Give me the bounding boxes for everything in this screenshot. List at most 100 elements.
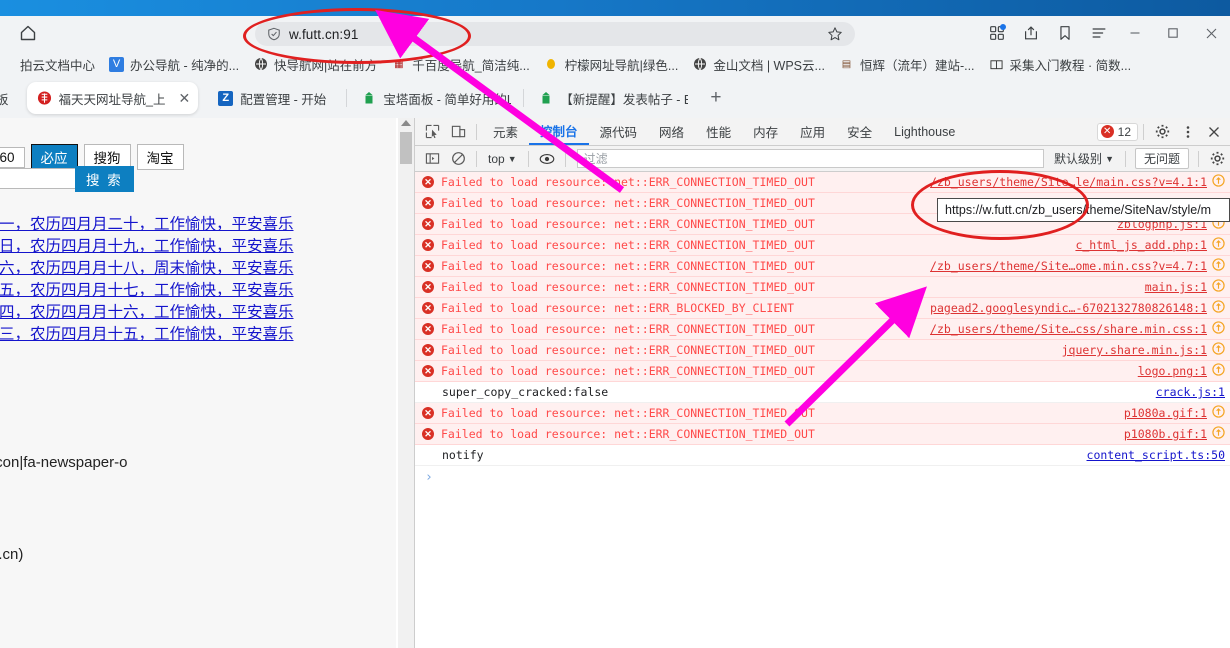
extensions-grid-icon[interactable] (980, 18, 1014, 48)
console-error-row[interactable]: ✕ Failed to load resource: net::ERR_CONNE… (415, 319, 1230, 340)
search-engine-taobao[interactable]: 淘宝 (136, 144, 184, 170)
scrollbar-thumb[interactable] (400, 132, 412, 164)
device-toolbar-icon[interactable] (445, 119, 471, 145)
address-bar[interactable]: w.futt.cn:91 (255, 22, 855, 46)
tab-new-post[interactable]: 【新提醒】发表帖子 - B (528, 82, 696, 114)
menu-lines-icon[interactable] (1082, 18, 1116, 48)
console-prompt[interactable]: › (415, 466, 1230, 488)
console-filter-input[interactable]: 过滤 (576, 149, 1045, 168)
list-item[interactable]: 星期日，农历四月月十九，工作愉快，平安喜乐 (0, 236, 294, 258)
warning-circle-icon[interactable] (1212, 279, 1225, 295)
console-source-link[interactable]: p1080b.gif:1 (1124, 427, 1207, 441)
console-source-link[interactable]: jquery.share.min.js:1 (1062, 343, 1207, 357)
error-count-badge[interactable]: ✕ 12 (1096, 122, 1138, 141)
console-source-link[interactable]: logo.png:1 (1138, 364, 1207, 378)
tab-bt-panel[interactable]: 宝塔面板 - 简单好用的L (351, 82, 519, 114)
list-item[interactable]: 星期一，农历四月月二十，工作愉快，平安喜乐 (0, 214, 294, 236)
list-item[interactable]: 星期六，农历四月月十八，周末愉快，平安喜乐 (0, 258, 294, 280)
tab-network[interactable]: 网络 (648, 118, 695, 145)
console-error-row[interactable]: ✕ Failed to load resource: net::ERR_CONNE… (415, 424, 1230, 445)
live-expression-eye-icon[interactable] (534, 146, 560, 172)
warning-circle-icon[interactable] (1212, 426, 1225, 442)
scroll-up-arrow-icon[interactable] (401, 120, 411, 126)
tab-elements[interactable]: 元素 (482, 118, 529, 145)
kebab-menu-icon[interactable] (1175, 119, 1201, 145)
warning-circle-icon[interactable] (1212, 405, 1225, 421)
tab-performance[interactable]: 性能 (695, 118, 742, 145)
issues-button[interactable]: 无问题 (1134, 148, 1189, 169)
console-error-row[interactable]: ✕ Failed to load resource: net::ERR_CONNE… (415, 256, 1230, 277)
devtools-tabbar: 元素 控制台 源代码 网络 性能 内存 应用 安全 Lighthouse ✕ 1… (415, 118, 1230, 146)
console-source-link[interactable]: c_html_js_add.php:1 (1075, 238, 1207, 252)
bookmark-item[interactable]: 快导航网|站在前方 (246, 52, 384, 76)
tab-sources[interactable]: 源代码 (589, 118, 649, 145)
warning-circle-icon[interactable] (1212, 300, 1225, 316)
minimize-button[interactable] (1116, 16, 1154, 50)
console-log-row[interactable]: notify content_script.ts:50 (415, 445, 1230, 466)
console-source-link[interactable]: p1080a.gif:1 (1124, 406, 1207, 420)
warning-circle-icon[interactable] (1212, 237, 1225, 253)
log-level-selector[interactable]: 默认级别 ▼ (1048, 150, 1120, 167)
bookmark-item[interactable]: 金山文档 | WPS云... (685, 52, 832, 76)
console-log-row[interactable]: super_copy_cracked:false crack.js:1 (415, 382, 1230, 403)
tab-config-manage[interactable]: Z 配置管理 - 开始 (208, 82, 334, 114)
list-item[interactable]: 星期三，农历四月月十五，工作愉快，平安喜乐 (0, 324, 294, 346)
close-icon[interactable] (1201, 119, 1227, 145)
tab-partial-left[interactable]: 板 (0, 82, 17, 114)
tab-lighthouse[interactable]: Lighthouse (883, 118, 966, 145)
warning-circle-icon[interactable] (1212, 258, 1225, 274)
bookmark-item[interactable]: ▦ 千百度导航_简洁纯... (384, 52, 536, 76)
console-source-link[interactable]: pagead2.googlesyndic…-6702132780826148:1 (930, 301, 1207, 315)
console-error-row[interactable]: ✕ Failed to load resource: net::ERR_CONNE… (415, 235, 1230, 256)
console-error-row[interactable]: ✕ Failed to load resource: net::ERR_CONNE… (415, 277, 1230, 298)
bookmark-item[interactable]: 拍云文档中心 (0, 52, 102, 76)
console-source-link[interactable]: /zb_users/theme/Site…ome.min.css?v=4.7:1 (930, 259, 1207, 273)
gear-icon[interactable] (1204, 146, 1230, 172)
console-error-row[interactable]: ✕ Failed to load resource: net::ERR_CONNE… (415, 361, 1230, 382)
bookmark-item[interactable]: V 办公导航 - 纯净的... (102, 52, 246, 76)
bookmark-item[interactable]: 采集入门教程 · 简数... (982, 52, 1139, 76)
tab-security[interactable]: 安全 (836, 118, 883, 145)
console-source-link[interactable]: /zb_users/theme/Site…css/share.min.css:1 (930, 322, 1207, 336)
search-submit-button[interactable]: 搜 索 (75, 166, 134, 192)
warning-circle-icon[interactable] (1212, 174, 1225, 190)
warning-circle-icon[interactable] (1212, 321, 1225, 337)
tab-label: 【新提醒】发表帖子 - B (560, 92, 689, 107)
clear-console-icon[interactable] (445, 146, 471, 172)
warning-circle-icon[interactable] (1212, 342, 1225, 358)
tab-application[interactable]: 应用 (789, 118, 836, 145)
tab-memory[interactable]: 内存 (742, 118, 789, 145)
share-upload-icon[interactable] (1014, 18, 1048, 48)
console-error-row[interactable]: ✕ Failed to load resource: net::ERR_CONNE… (415, 172, 1230, 193)
console-error-row[interactable]: ✕ Failed to load resource: net::ERR_CONNE… (415, 403, 1230, 424)
close-icon[interactable]: ✕ (178, 90, 190, 107)
star-icon[interactable] (827, 26, 843, 42)
tab-active-futt[interactable]: 福天天网址导航_上 ✕ (26, 82, 199, 114)
page-scrollbar[interactable] (398, 118, 414, 648)
console-error-row[interactable]: ✕ Failed to load resource: net::ERR_BLOCK… (415, 298, 1230, 319)
new-tab-button[interactable]: + (696, 87, 735, 109)
list-item[interactable]: 星期四，农历四月月十六，工作愉快，平安喜乐 (0, 302, 294, 324)
warning-circle-icon[interactable] (1212, 363, 1225, 379)
close-button[interactable] (1192, 16, 1230, 50)
gear-icon[interactable] (1149, 119, 1175, 145)
console-source-link[interactable]: main.js:1 (1145, 280, 1207, 294)
maximize-button[interactable] (1154, 16, 1192, 50)
search-input[interactable] (0, 168, 85, 189)
tab-label: 板 (0, 92, 9, 107)
bookmark-item[interactable]: 柠檬网址导航|绿色... (537, 52, 686, 76)
inspect-element-icon[interactable] (419, 119, 445, 145)
console-source-link[interactable]: content_script.ts:50 (1087, 448, 1225, 462)
bookmark-item[interactable]: ▤ 恒辉（流年）建站-... (832, 52, 982, 76)
console-error-row[interactable]: ✕ Failed to load resource: net::ERR_CONNE… (415, 340, 1230, 361)
list-item[interactable]: 星期五，农历四月月十七，工作愉快，平安喜乐 (0, 280, 294, 302)
search-engine-360[interactable]: 360 (0, 146, 25, 168)
console-sidebar-icon[interactable] (419, 146, 445, 172)
execution-context-selector[interactable]: top ▼ (482, 152, 523, 166)
home-icon[interactable] (8, 18, 48, 48)
tab-console[interactable]: 控制台 (529, 118, 589, 145)
console-source-link[interactable]: /zb_users/theme/Site…le/main.css?v=4.1:1 (930, 175, 1207, 189)
console-source-link[interactable]: crack.js:1 (1156, 385, 1225, 399)
bookmark-icon[interactable] (1048, 18, 1082, 48)
search-engine-bing[interactable]: 必应 (30, 144, 78, 170)
